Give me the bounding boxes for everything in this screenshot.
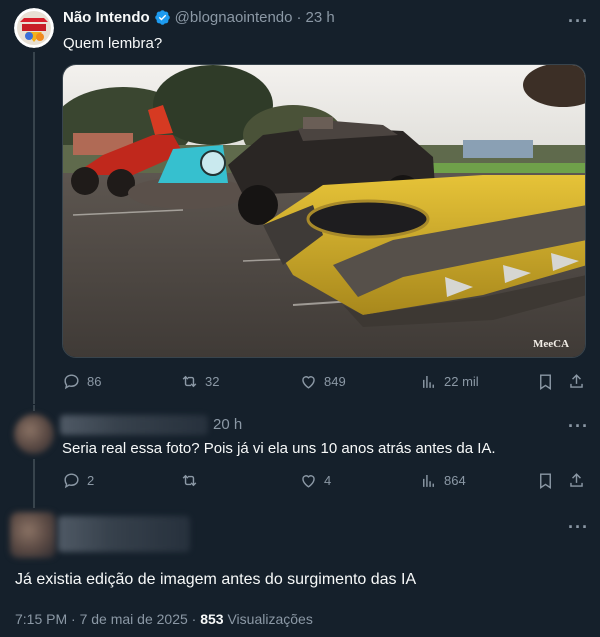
views-total: 853 bbox=[200, 611, 224, 627]
heart-icon bbox=[302, 375, 315, 389]
tweet-time[interactable]: 23 h bbox=[306, 9, 335, 26]
like-count: 849 bbox=[324, 373, 346, 389]
bookmark-icon bbox=[540, 472, 551, 489]
reply-count: 86 bbox=[87, 373, 102, 389]
retweet-button[interactable]: 32 bbox=[180, 369, 219, 393]
views-chart-icon bbox=[423, 474, 434, 487]
thread-line-top bbox=[33, 405, 35, 411]
author-handle[interactable]: @blognaointendo bbox=[175, 9, 293, 26]
reply-reply-button[interactable]: 2 bbox=[62, 468, 94, 492]
bookmark-button[interactable] bbox=[536, 369, 555, 393]
reply-like-button[interactable]: 4 bbox=[299, 468, 331, 492]
separator-dot: · bbox=[296, 9, 302, 26]
bookmark-icon bbox=[540, 373, 551, 390]
verified-badge-icon bbox=[154, 10, 170, 25]
heart-icon bbox=[302, 474, 315, 488]
reply-reply-count: 2 bbox=[87, 472, 95, 488]
vehicles-photo: MeeCA bbox=[63, 65, 585, 357]
tweet-text: Quem lembra? bbox=[63, 35, 163, 52]
reply-views-count: 864 bbox=[444, 472, 466, 488]
share-button[interactable] bbox=[567, 369, 586, 393]
focused-tweet: ··· Já existia edição de imagem antes do… bbox=[0, 508, 600, 637]
tweet-timestamp-row: 7:15 PM · 7 de mai de 2025 · 853 Visuali… bbox=[15, 611, 313, 627]
main-tweet: Não Intendo @blognaointendo · 23 h ··· Q… bbox=[0, 0, 600, 405]
reply-retweet-button[interactable] bbox=[180, 468, 205, 492]
reply-time[interactable]: 20 h bbox=[213, 416, 242, 433]
views-chart-icon bbox=[423, 375, 434, 388]
reply-icon bbox=[64, 472, 79, 488]
reply-actions: 2 4 864 bbox=[62, 468, 588, 492]
retweet-icon bbox=[182, 375, 197, 387]
reply-author-redacted[interactable] bbox=[60, 415, 208, 435]
focused-more-options-icon[interactable]: ··· bbox=[568, 518, 589, 536]
focused-author-redacted[interactable] bbox=[58, 516, 190, 552]
reply-share-button[interactable] bbox=[567, 468, 586, 492]
reply-text: Seria real essa foto? Pois já vi ela uns… bbox=[62, 440, 496, 457]
share-icon bbox=[570, 373, 583, 388]
author-avatar[interactable] bbox=[14, 8, 54, 48]
reply-more-options-icon[interactable]: ··· bbox=[568, 417, 589, 435]
focused-tweet-text: Já existia edição de imagem antes do sur… bbox=[15, 571, 417, 588]
reply-like-count: 4 bbox=[324, 472, 332, 488]
reply-views-button[interactable]: 864 bbox=[419, 468, 466, 492]
tweet-actions: 86 32 849 22 mil bbox=[62, 369, 588, 393]
more-options-icon[interactable]: ··· bbox=[568, 12, 589, 30]
views-button[interactable]: 22 mil bbox=[419, 369, 479, 393]
tweet-timestamp[interactable]: 7:15 PM · 7 de mai de 2025 · bbox=[15, 611, 196, 627]
retweet-count: 32 bbox=[205, 373, 220, 389]
thread-line bbox=[33, 52, 35, 404]
reply-button[interactable]: 86 bbox=[62, 369, 101, 393]
reply-icon bbox=[64, 373, 79, 389]
media-watermark: MeeCA bbox=[533, 338, 569, 350]
reply-bookmark-button[interactable] bbox=[536, 468, 555, 492]
reply-tweet: 20 h ··· Seria real essa foto? Pois já v… bbox=[0, 405, 600, 508]
reply-avatar[interactable] bbox=[14, 414, 54, 454]
views-count: 22 mil bbox=[444, 373, 479, 389]
like-button[interactable]: 849 bbox=[299, 369, 346, 393]
views-label: Visualizações bbox=[227, 611, 313, 627]
tweet-media-image[interactable]: MeeCA bbox=[62, 64, 586, 358]
thread-line-reply bbox=[33, 459, 35, 508]
retweet-icon bbox=[182, 474, 197, 486]
display-name[interactable]: Não Intendo bbox=[63, 9, 150, 26]
share-icon bbox=[570, 472, 583, 487]
tweet-header: Não Intendo @blognaointendo · 23 h bbox=[63, 9, 335, 26]
focused-avatar[interactable] bbox=[10, 512, 56, 558]
